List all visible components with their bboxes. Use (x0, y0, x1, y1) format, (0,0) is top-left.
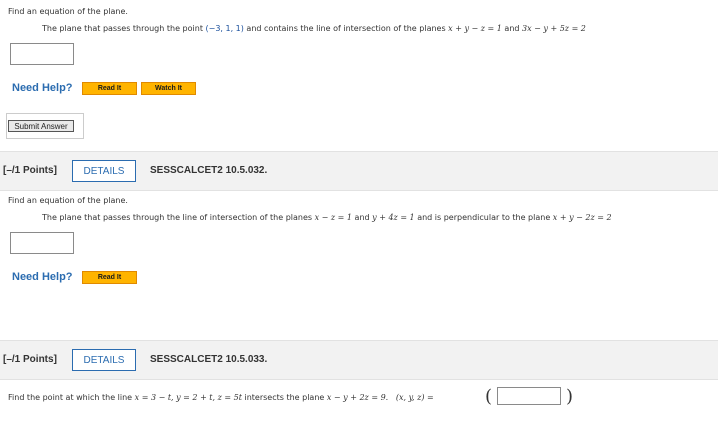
q2-instruction: Find an equation of the plane. (8, 196, 128, 205)
q2-details-button[interactable]: DETAILS (72, 160, 136, 182)
q2-plane1: x − z = 1 (314, 213, 353, 222)
q3-prompt: Find the point at which the line x = 3 −… (8, 393, 434, 402)
q2-question-id: SESSCALCET2 10.5.032. (150, 165, 268, 176)
q2-answer-field[interactable] (10, 232, 74, 254)
q3-answer-field[interactable] (497, 387, 561, 405)
q1-watch-it-button[interactable]: Watch It (141, 82, 196, 95)
q3-plane: x − y + 2z = 9. (326, 393, 389, 402)
q2-prompt-mid: and is perpendicular to the plane (414, 213, 553, 222)
q1-submit-button[interactable]: Submit Answer (8, 120, 74, 132)
q3-prompt-mid: intersects the plane (241, 393, 327, 402)
q3-tuple-label: (x, y, z) = (395, 393, 434, 402)
q1-read-it-button[interactable]: Read It (82, 82, 137, 95)
q2-prompt-prefix: The plane that passes through the line o… (42, 213, 315, 222)
q2-need-help: Need Help? (12, 271, 73, 283)
q1-answer-field[interactable] (10, 43, 74, 65)
q1-instruction: Find an equation of the plane. (8, 7, 128, 16)
q2-plane3: x + y − 2z = 2 (552, 213, 612, 222)
q2-read-it-button[interactable]: Read It (82, 271, 137, 284)
q1-prompt-prefix: The plane that passes through the point (42, 24, 206, 33)
q1-prompt-mid: and contains the line of intersection of… (243, 24, 449, 33)
q1-plane2: 3x − y + 5z = 2 (522, 24, 586, 33)
q1-prompt: The plane that passes through the point … (42, 24, 586, 33)
q3-details-button[interactable]: DETAILS (72, 349, 136, 371)
q1-and: and (501, 24, 523, 33)
q1-point: (−3, 1, 1) (205, 24, 244, 33)
q3-question-id: SESSCALCET2 10.5.033. (150, 354, 268, 365)
q3-points: [–/1 Points] (3, 354, 57, 365)
q2-prompt: The plane that passes through the line o… (42, 213, 612, 222)
q1-plane1: x + y − z = 1 (448, 24, 502, 33)
q3-prompt-prefix: Find the point at which the line (8, 393, 135, 402)
q3-right-paren: ) (566, 386, 574, 407)
q2-plane2: y + 4z = 1 (372, 213, 415, 222)
q3-left-paren: ( (485, 386, 493, 407)
q1-need-help: Need Help? (12, 82, 73, 94)
q3-line: x = 3 − t, y = 2 + t, z = 5t (134, 393, 242, 402)
q2-and: and (352, 213, 373, 222)
q2-points: [–/1 Points] (3, 165, 57, 176)
